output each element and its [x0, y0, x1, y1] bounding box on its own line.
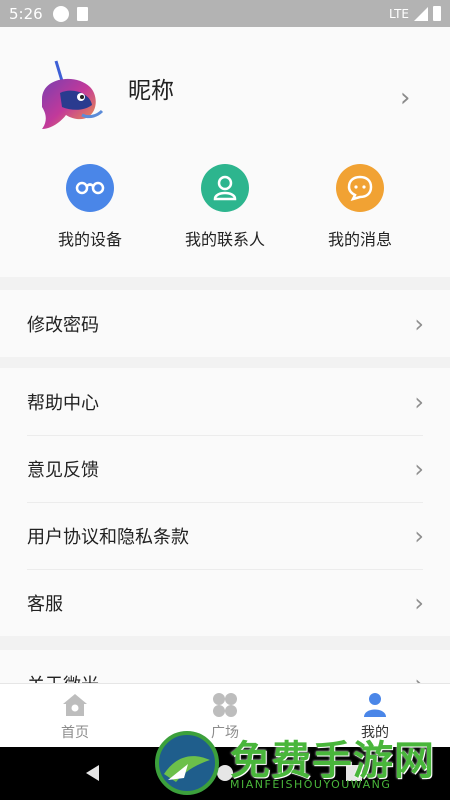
menu-item-help-center[interactable]: 帮助中心 ›	[0, 368, 450, 435]
menu-item-customer-service[interactable]: 客服 ›	[0, 569, 450, 636]
chat-bubble-icon	[336, 164, 384, 212]
contact-icon	[201, 164, 249, 212]
network-type: LTE	[389, 6, 409, 21]
quick-my-devices[interactable]: 我的设备	[40, 164, 140, 250]
menu-item-feedback[interactable]: 意见反馈 ›	[0, 435, 450, 502]
nickname[interactable]: 昵称	[128, 71, 174, 105]
menu-item-change-password[interactable]: 修改密码 ›	[0, 290, 450, 357]
notification-dot-icon	[52, 5, 69, 22]
tab-home[interactable]: 首页	[0, 684, 150, 748]
menu-item-label: 意见反馈	[27, 459, 99, 481]
quick-my-contacts[interactable]: 我的联系人	[175, 164, 275, 250]
signal-icon	[414, 6, 428, 21]
chevron-right-icon: ›	[414, 589, 424, 617]
home-icon	[63, 693, 87, 716]
chevron-right-icon: ›	[414, 388, 424, 416]
menu-item-user-agreement[interactable]: 用户协议和隐私条款 ›	[0, 502, 450, 569]
watermark: 免费手游网 MIANFEISHOUYOUWANG	[150, 728, 450, 800]
menu-item-label: 帮助中心	[27, 392, 99, 414]
watermark-logo-icon	[155, 731, 219, 795]
status-time: 5:26	[9, 4, 43, 23]
menu-item-label: 客服	[27, 593, 63, 615]
profile-section: 昵称 › 我的设备 我的联系人 我的消息	[0, 27, 450, 277]
chevron-right-icon: ›	[414, 455, 424, 483]
chevron-right-icon: ›	[414, 310, 424, 338]
menu-item-label: 用户协议和隐私条款	[27, 526, 189, 548]
quick-label: 我的设备	[57, 230, 122, 249]
quick-label: 我的联系人	[184, 230, 265, 249]
quick-label: 我的消息	[327, 230, 392, 249]
chevron-right-icon: ›	[414, 522, 424, 550]
person-icon	[364, 692, 386, 717]
profile-chevron-icon[interactable]: ›	[400, 85, 410, 111]
menu-group-support: 帮助中心 › 意见反馈 › 用户协议和隐私条款 › 客服 ›	[0, 368, 450, 636]
sd-card-icon	[76, 6, 88, 21]
avatar[interactable]	[32, 59, 104, 133]
menu-group-account: 修改密码 ›	[0, 290, 450, 357]
glasses-icon	[66, 164, 114, 212]
tab-label: 首页	[61, 724, 89, 741]
clover-icon	[213, 692, 237, 717]
quick-my-messages[interactable]: 我的消息	[310, 164, 410, 250]
menu-item-label: 修改密码	[27, 314, 99, 336]
watermark-subtext: MIANFEISHOUYOUWANG	[230, 778, 392, 791]
battery-icon	[433, 6, 441, 21]
status-bar: 5:26 LTE	[0, 0, 450, 27]
back-icon[interactable]	[86, 765, 99, 781]
